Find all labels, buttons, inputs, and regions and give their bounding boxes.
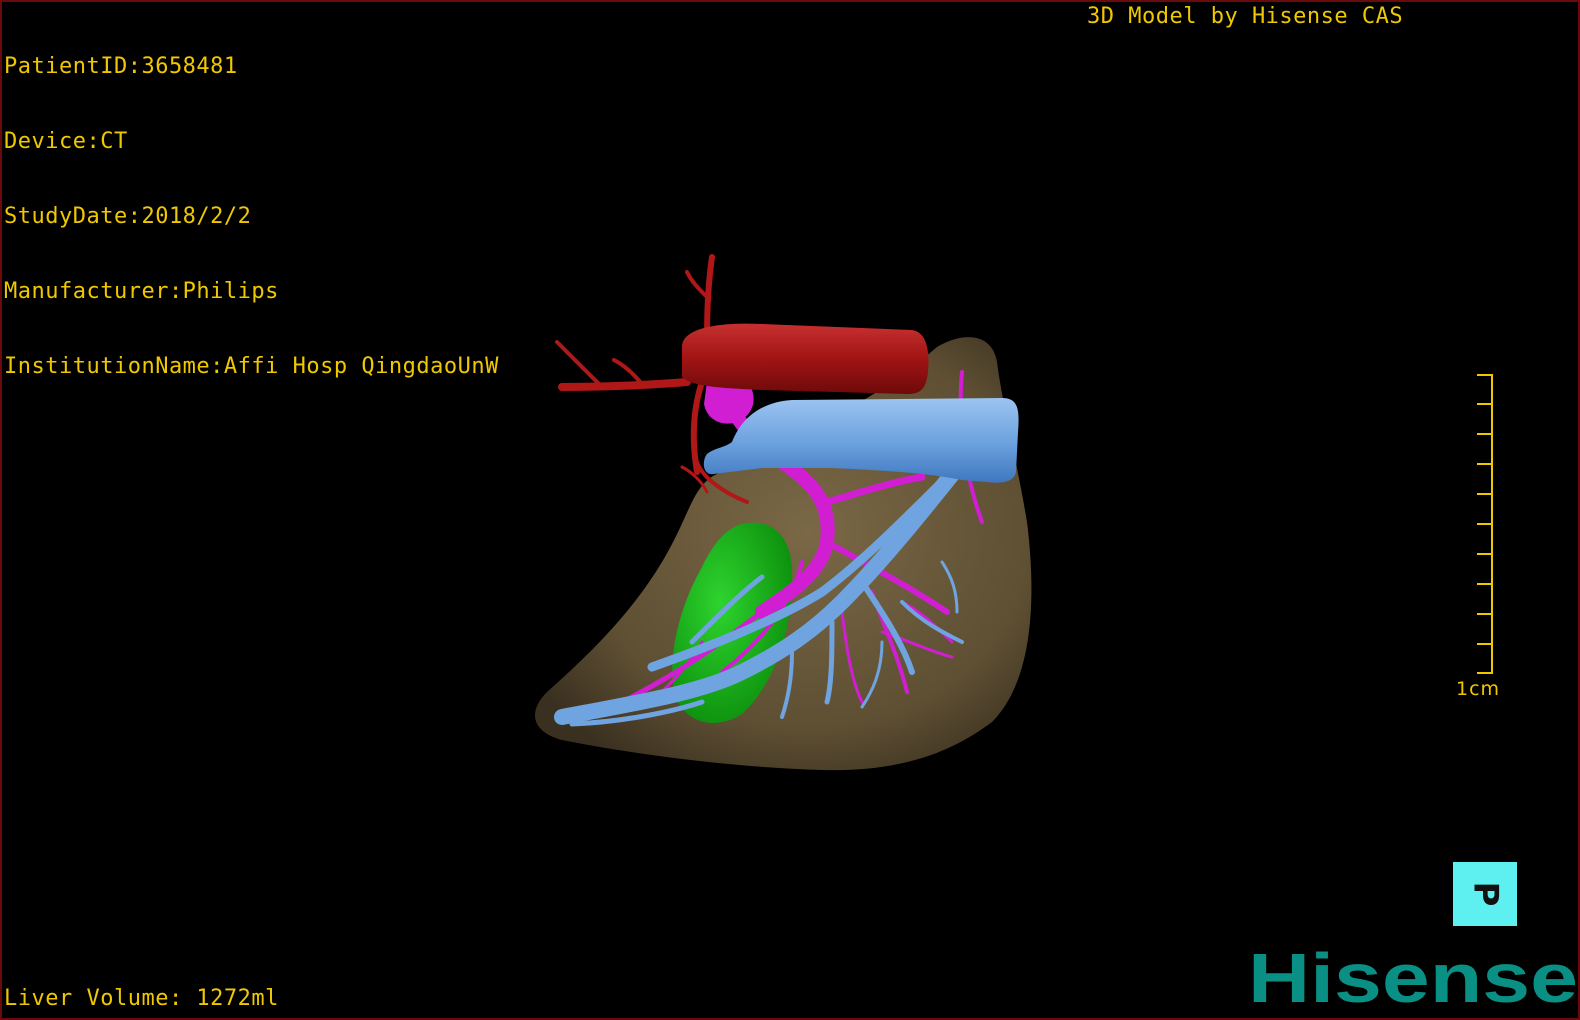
orientation-marker[interactable]: P: [1453, 862, 1517, 926]
brand-name: Hisense: [1248, 944, 1578, 1012]
liver-volume: Liver Volume: 1272ml: [4, 986, 279, 1011]
patient-id: PatientID:3658481: [4, 54, 238, 79]
institution-name: InstitutionName:Affi Hosp QingdaoUnW: [4, 354, 499, 379]
study-date: StudyDate:2018/2/2: [4, 204, 252, 229]
3d-viewport[interactable]: PatientID:3658481 Device:CT StudyDate:20…: [0, 0, 1580, 1020]
device: Device:CT: [4, 129, 128, 154]
manufacturer: Manufacturer:Philips: [4, 279, 279, 304]
scale-bar: [1477, 374, 1493, 674]
hisense-logo: Hisense: [1248, 944, 1578, 1012]
orientation-label: P: [1464, 881, 1505, 907]
patient-info-overlay: PatientID:3658481 Device:CT StudyDate:20…: [4, 4, 499, 429]
model-credit: 3D Model by Hisense CAS: [1087, 4, 1404, 29]
inferior-vena-cava: [682, 323, 929, 394]
scale-label: 1cm: [1456, 678, 1501, 700]
